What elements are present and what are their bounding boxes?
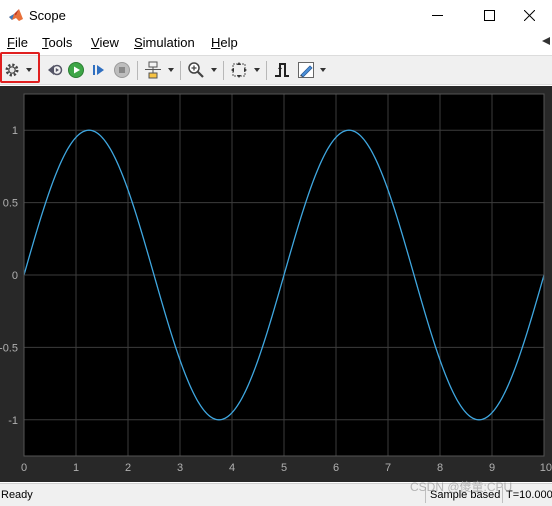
x-tick-label: 3 <box>177 462 183 474</box>
x-tick-label: 9 <box>489 462 495 474</box>
menu-simulation-mnemonic: S <box>134 35 143 50</box>
menu-file-mnemonic: F <box>7 35 15 50</box>
step-forward-icon <box>93 65 104 75</box>
status-time: T=10.000 <box>506 489 552 501</box>
menu-simulation[interactable]: Simulation <box>134 35 195 50</box>
toolbar <box>0 55 552 85</box>
matlab-logo-icon <box>9 9 23 21</box>
x-tick-label: 8 <box>437 462 443 474</box>
autoscale-icon <box>231 62 247 78</box>
style-button[interactable] <box>296 60 316 80</box>
y-tick-label: -0.5 <box>0 342 18 354</box>
stop-button[interactable] <box>112 60 132 80</box>
window-title: Scope <box>29 8 66 23</box>
highlight-simulink-block-button[interactable] <box>143 60 163 80</box>
run-icon <box>68 62 84 78</box>
toolbar-separator <box>266 61 267 80</box>
y-tick-label: 1 <box>12 125 18 137</box>
x-tick-labels: 0 1 2 3 4 5 6 7 8 9 10 <box>21 462 552 474</box>
menu-view-label: iew <box>99 35 119 50</box>
minimize-icon <box>431 14 443 16</box>
title-bar: Scope <box>0 0 552 30</box>
style-icon <box>298 62 314 78</box>
dock-arrow-icon[interactable] <box>542 37 550 45</box>
menu-help-mnemonic: H <box>211 35 221 50</box>
autoscale-button[interactable] <box>229 60 249 80</box>
step-back-button[interactable] <box>44 60 64 80</box>
autoscale-dropdown-icon[interactable] <box>254 68 260 72</box>
highlight-block-dropdown-icon[interactable] <box>168 68 174 72</box>
menu-tools[interactable]: Tools <box>42 35 72 50</box>
menu-bar: File Tools View Simulation Help <box>0 31 552 53</box>
zoom-dropdown-icon[interactable] <box>211 68 217 72</box>
y-tick-labels: -1 -0.5 0 0.5 1 <box>0 125 18 427</box>
menu-help[interactable]: Help <box>211 35 238 50</box>
menu-simulation-label: imulation <box>142 35 195 50</box>
x-tick-label: 6 <box>333 462 339 474</box>
run-button[interactable] <box>66 60 86 80</box>
toolbar-separator <box>180 61 181 80</box>
maximize-icon <box>483 9 495 21</box>
menu-file-label: ile <box>14 35 28 50</box>
style-dropdown-icon[interactable] <box>320 68 326 72</box>
x-tick-label: 1 <box>73 462 79 474</box>
menu-help-label: elp <box>220 35 238 50</box>
stop-icon <box>114 62 130 78</box>
minimize-button[interactable] <box>414 0 460 30</box>
block-icon <box>145 61 161 79</box>
zoom-button[interactable] <box>186 60 206 80</box>
step-back-icon <box>48 64 63 76</box>
zoom-in-icon <box>188 62 204 78</box>
watermark-text: CSDN @傻童:CPU <box>410 480 513 494</box>
menu-tools-label: ools <box>48 35 73 50</box>
triggers-button[interactable] <box>272 60 292 80</box>
y-tick-label: -1 <box>8 415 18 427</box>
close-icon <box>523 9 535 21</box>
x-tick-label: 4 <box>229 462 235 474</box>
menu-file[interactable]: File <box>7 35 28 50</box>
scope-plot[interactable]: -1 -0.5 0 0.5 1 0 1 2 3 4 5 6 7 8 9 10 <box>0 86 552 482</box>
x-tick-label: 2 <box>125 462 131 474</box>
toolbar-separator <box>223 61 224 80</box>
close-button[interactable] <box>506 0 552 30</box>
status-ready: Ready <box>1 489 33 501</box>
y-tick-label: 0.5 <box>3 198 18 210</box>
trigger-icon <box>275 63 289 77</box>
x-tick-label: 0 <box>21 462 27 474</box>
menu-view[interactable]: View <box>91 35 119 50</box>
step-forward-button[interactable] <box>89 60 109 80</box>
annotation-highlight-box <box>0 52 40 83</box>
y-tick-label: 0 <box>12 270 18 282</box>
x-tick-label: 10 <box>540 462 552 474</box>
scope-display[interactable]: -1 -0.5 0 0.5 1 0 1 2 3 4 5 6 7 8 9 10 <box>0 86 552 482</box>
toolbar-separator <box>137 61 138 80</box>
x-tick-label: 7 <box>385 462 391 474</box>
x-tick-label: 5 <box>281 462 287 474</box>
